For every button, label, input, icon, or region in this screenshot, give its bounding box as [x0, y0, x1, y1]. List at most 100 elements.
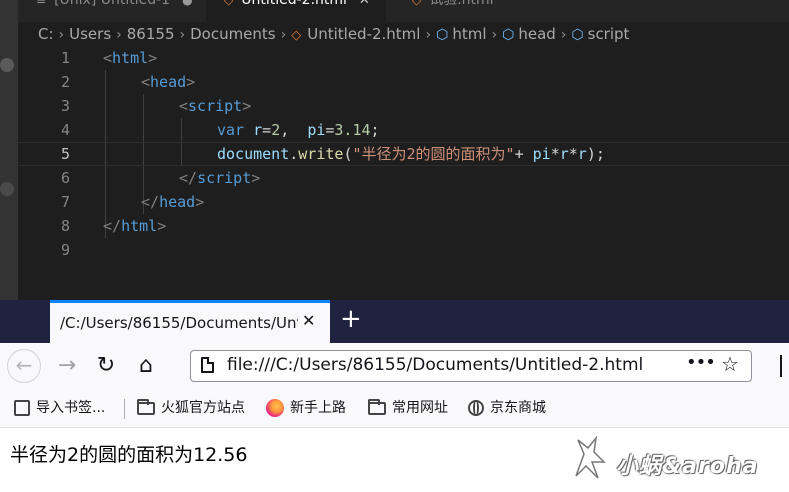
code-token: </ [141, 193, 160, 211]
breadcrumb-item[interactable]: Users [69, 22, 111, 46]
breadcrumb-item[interactable]: Untitled-2.html [307, 22, 420, 46]
menu-lines-icon: ≡ [36, 0, 47, 7]
code-token: "半径为2的圆的面积为" [352, 145, 515, 163]
code-token: </ [179, 169, 198, 187]
line-source: <html> [103, 46, 157, 70]
home-button[interactable]: ⌂ [130, 343, 162, 389]
code-token: . [289, 145, 299, 163]
code-token: head [150, 73, 187, 91]
code-token: script [188, 97, 243, 115]
line-number: 4 [60, 121, 70, 139]
code-line[interactable]: 4 var r=2, pi=3.14; [18, 118, 789, 142]
line-number: 7 [60, 193, 70, 211]
html-file-icon: ◇ [412, 0, 422, 7]
code-token: head [159, 193, 196, 211]
bookmark-folder-common-sites[interactable]: 常用网址 [368, 389, 448, 427]
line-number: 3 [60, 97, 70, 115]
bookmark-getting-started[interactable]: 新手上路 [266, 389, 346, 427]
chevron-right-icon: › [280, 27, 287, 43]
code-token: 3.14 [334, 121, 371, 139]
modified-dot-icon[interactable]: ● [182, 0, 192, 7]
breadcrumb-item[interactable]: head [518, 22, 555, 46]
code-token: , [280, 121, 308, 139]
breadcrumb-item[interactable]: 86155 [127, 22, 175, 46]
close-icon[interactable]: ✕ [359, 0, 370, 8]
activity-bar [0, 0, 18, 300]
breadcrumb: C: › Users › 86155 › Documents › ◇ Untitled-2.htm… [18, 22, 789, 46]
html-file-icon: ◇ [224, 0, 234, 7]
bookmark-separator [124, 399, 125, 419]
code-line[interactable]: 5 document.write("半径为2的圆的面积为"+ pi*r*r); [18, 142, 789, 166]
code-token: + [514, 145, 533, 163]
code-token: write [298, 145, 344, 163]
code-token: > [186, 73, 196, 91]
chevron-right-icon: › [179, 27, 186, 43]
code-token: html [121, 217, 158, 235]
activity-icon[interactable] [0, 182, 14, 196]
url-bar[interactable]: file:///C:/Users/86155/Documents/Untitle… [190, 350, 752, 382]
page-content: 半径为2的圆的面积为12.56 小蜗&aroha [0, 428, 789, 492]
bookmark-folder-firefox-site[interactable]: 火狐官方站点 [137, 389, 245, 427]
breadcrumb-item[interactable]: C: [38, 22, 54, 46]
code-token: < [103, 49, 113, 67]
browser-tab-title: /C:/Users/86155/Documents/Untitled-2.htm… [60, 314, 298, 332]
reload-icon: ↻ [96, 353, 116, 378]
browser-window: /C:/Users/86155/Documents/Untitled-2.htm… [0, 300, 789, 492]
page-actions-more-button[interactable]: ••• [686, 352, 716, 373]
code-line[interactable]: 8 </html> [18, 214, 789, 238]
back-button[interactable]: ← [6, 343, 42, 389]
code-line[interactable]: 6 </script> [18, 166, 789, 190]
editor-tab-untitled-1[interactable]: ≡ [Unix] Untitled-1 ● [18, 0, 201, 22]
url-text[interactable]: file:///C:/Users/86155/Documents/Untitle… [227, 355, 643, 375]
editor-tab-shiyan[interactable]: ◇ 试验.html [390, 0, 590, 22]
bookmark-import[interactable]: 导入书签... [14, 389, 105, 427]
import-icon [14, 400, 30, 416]
code-token: = [262, 121, 272, 139]
bookmark-label: 火狐官方站点 [161, 400, 245, 416]
code-token: pi [532, 145, 551, 163]
close-icon[interactable]: ✕ [302, 311, 315, 330]
breadcrumb-item[interactable]: html [452, 22, 486, 46]
html-file-icon: ◇ [291, 28, 302, 43]
editor-tab-untitled-2[interactable]: ◇ Untitled-2.html ✕ [206, 0, 386, 22]
code-token: html [112, 49, 149, 67]
code-token: > [251, 169, 261, 187]
browser-tab[interactable]: /C:/Users/86155/Documents/Untitled-2.htm… [50, 300, 330, 343]
bookmark-label: 导入书签... [36, 400, 106, 416]
code-line[interactable]: 2 <head> [18, 70, 789, 94]
reload-button[interactable]: ↻ [90, 343, 122, 389]
code-line[interactable]: 9 [18, 238, 789, 262]
code-line[interactable]: 7 </head> [18, 190, 789, 214]
arrow-left-icon: ← [7, 349, 41, 383]
code-area[interactable]: 1 <html> 2 <head> 3 <script> 4 var r=2, pi=3.14… [18, 46, 789, 300]
code-token: > [148, 49, 158, 67]
line-number: 5 [60, 145, 70, 163]
home-icon: ⌂ [139, 353, 153, 378]
code-line[interactable]: 3 <script> [18, 94, 789, 118]
tab-label: 试验.html [429, 0, 494, 8]
code-line[interactable]: 1 <html> [18, 46, 789, 70]
activity-icon[interactable] [0, 58, 14, 72]
breadcrumb-item[interactable]: Documents [190, 22, 276, 46]
folder-icon [368, 398, 386, 415]
line-number: 2 [60, 73, 70, 91]
breadcrumb-item[interactable]: script [588, 22, 630, 46]
new-tab-button[interactable]: + [340, 304, 362, 334]
code-editor: ≡ [Unix] Untitled-1 ● ◇ Untitled-2.html ✕ ◇ 试… [0, 0, 789, 300]
toolbar-overflow-icon[interactable] [780, 355, 789, 377]
watermark-text: 小蜗&aroha [616, 454, 759, 479]
page-icon [201, 357, 214, 373]
code-token: r [559, 145, 569, 163]
bookmark-star-button[interactable]: ☆ [721, 352, 739, 376]
globe-icon [468, 400, 484, 416]
chevron-right-icon: › [425, 27, 432, 43]
navigation-toolbar: ← → ↻ ⌂ file:///C:/Users/86155/Documents… [0, 343, 789, 389]
bookmark-jd[interactable]: 京东商城 [468, 389, 546, 427]
line-source: </script> [103, 166, 260, 190]
line-number: 6 [60, 169, 70, 187]
bookmark-label: 京东商城 [490, 400, 546, 416]
tab-label: [Unix] Untitled-1 [54, 0, 171, 8]
line-source: </html> [103, 214, 166, 238]
forward-button[interactable]: → [50, 343, 84, 389]
